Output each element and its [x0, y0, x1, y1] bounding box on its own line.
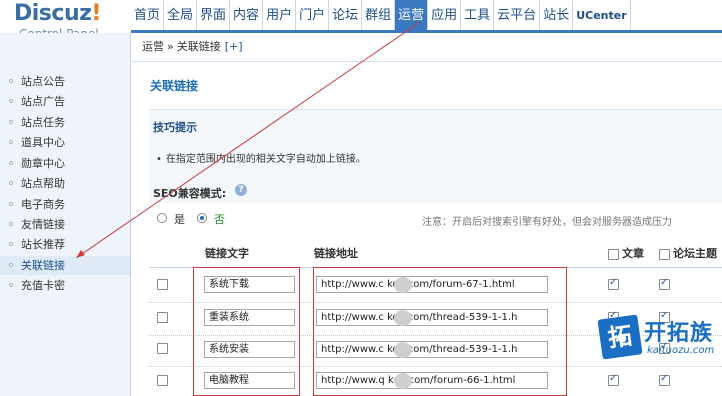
sidebar: 站点公告 站点广告 站点任务 道具中心 勋章中心 站点帮助 电子商务 友情链接 …: [0, 33, 131, 396]
breadcrumb-separator: »: [167, 40, 174, 53]
nav-forum[interactable]: 论坛: [329, 0, 363, 33]
sidebar-item-recommend[interactable]: 站长推荐: [0, 235, 130, 254]
nav-portal[interactable]: 门户: [296, 0, 330, 33]
watermark-badge: 拓: [597, 314, 643, 360]
help-icon[interactable]: ?: [235, 184, 247, 196]
nav-operations[interactable]: 运营: [395, 0, 429, 33]
seo-no-radio[interactable]: [197, 213, 207, 223]
nav-ucenter[interactable]: UCenter: [573, 0, 631, 33]
header-link-text: 链接文字: [205, 247, 249, 260]
sidebar-item-recharge-cards[interactable]: 充值卡密: [0, 276, 130, 295]
sidebar-item-tasks[interactable]: 站点任务: [0, 113, 130, 132]
seo-yes-label: 是: [174, 213, 185, 226]
sidebar-item-label: 道具中心: [21, 136, 65, 149]
article-checkbox[interactable]: [608, 277, 619, 290]
sidebar-item-ads[interactable]: 站点广告: [0, 92, 130, 111]
sidebar-item-label: 友情链接: [21, 218, 65, 231]
seo-mode-label: SEO兼容模式:: [153, 187, 227, 200]
article-checkbox[interactable]: [608, 373, 619, 386]
sidebar-item-label: 站点广告: [21, 95, 65, 108]
watermark-text: 开拓族: [644, 320, 714, 346]
nav-cloud[interactable]: 云平台: [494, 0, 541, 33]
sidebar-item-label: 勋章中心: [21, 157, 65, 170]
sidebar-item-help[interactable]: 站点帮助: [0, 174, 130, 193]
logo-title: Discuz!: [14, 1, 101, 26]
header: Discuz! Control Panel 首页 全局 界面 内容 用户 门户 …: [0, 0, 722, 41]
seo-notice: 注意：开启后对搜索引擎有好处，但会对服务器造成压力: [422, 217, 672, 228]
breadcrumb: 运营» 关联链接 [+]: [131, 33, 722, 62]
sidebar-item-label: 站点任务: [21, 116, 65, 129]
row-select-checkbox[interactable]: [157, 343, 168, 354]
highlight-box-link-url: [313, 267, 567, 396]
select-all-article-checkbox[interactable]: [608, 249, 619, 260]
sidebar-item-props[interactable]: 道具中心: [0, 133, 130, 152]
nav-groups[interactable]: 群组: [362, 0, 396, 33]
sidebar-item-label: 充值卡密: [21, 279, 65, 292]
sidebar-item-friend-links[interactable]: 友情链接: [0, 215, 130, 234]
sidebar-item-label: 关联链接: [21, 259, 65, 272]
breadcrumb-parent[interactable]: 运营: [142, 40, 164, 53]
sidebar-item-related-links[interactable]: 关联链接: [0, 256, 130, 275]
page-title: 关联链接: [150, 79, 199, 93]
nav-webmaster[interactable]: 站长: [540, 0, 574, 33]
tips-text: • 在指定范围内出现的相关文字自动加上链接。: [156, 154, 366, 165]
bullet-icon: [9, 283, 13, 287]
sidebar-item-label: 站点帮助: [21, 177, 65, 190]
row-select-checkbox[interactable]: [157, 312, 168, 323]
top-nav: 首页 全局 界面 内容 用户 门户 论坛 群组 运营 应用 工具 云平台 站长 …: [131, 0, 631, 33]
sidebar-item-ecommerce[interactable]: 电子商务: [0, 195, 130, 214]
bullet-icon: [9, 202, 13, 206]
nav-global[interactable]: 全局: [164, 0, 198, 33]
nav-users[interactable]: 用户: [263, 0, 297, 33]
nav-interface[interactable]: 界面: [197, 0, 231, 33]
highlight-box-link-text: [193, 267, 300, 396]
select-all-forum-checkbox[interactable]: [659, 249, 670, 260]
nav-apps[interactable]: 应用: [428, 0, 462, 33]
nav-tools[interactable]: 工具: [461, 0, 495, 33]
row-select-checkbox[interactable]: [157, 375, 168, 386]
bullet-icon: [9, 99, 13, 103]
row-select-checkbox[interactable]: [157, 279, 168, 290]
header-article: 文章: [622, 247, 644, 260]
bullet-icon: [9, 120, 13, 124]
watermark-domain: kaituozu.com: [647, 345, 715, 356]
bullet-icon: [9, 242, 13, 246]
forum-checkbox[interactable]: [659, 277, 670, 290]
header-forum-thread: 论坛主题: [673, 247, 717, 260]
bullet-icon: [9, 140, 13, 144]
nav-home[interactable]: 首页: [131, 0, 165, 33]
header-link-url: 链接地址: [314, 247, 358, 260]
sidebar-item-medals[interactable]: 勋章中心: [0, 154, 130, 173]
add-shortcut-button[interactable]: [+]: [225, 40, 243, 53]
bullet-icon: [9, 181, 13, 185]
forum-checkbox[interactable]: [659, 373, 670, 386]
sidebar-item-label: 站长推荐: [21, 238, 65, 251]
seo-yes-radio[interactable]: [157, 213, 167, 223]
watermark: 拓 开拓族 kaituozu.com: [597, 313, 722, 360]
sidebar-item-label: 电子商务: [21, 198, 65, 211]
sidebar-item-announcements[interactable]: 站点公告: [0, 72, 130, 91]
breadcrumb-current: 关联链接: [176, 40, 221, 53]
bullet-icon: [9, 161, 13, 165]
tips-title: 技巧提示: [153, 121, 197, 134]
sidebar-item-label: 站点公告: [21, 75, 65, 88]
seo-no-label: 否: [214, 213, 225, 226]
bullet-icon: [9, 263, 13, 267]
nav-content[interactable]: 内容: [230, 0, 264, 33]
bullet-icon: [9, 79, 13, 83]
bullet-icon: [9, 222, 13, 226]
